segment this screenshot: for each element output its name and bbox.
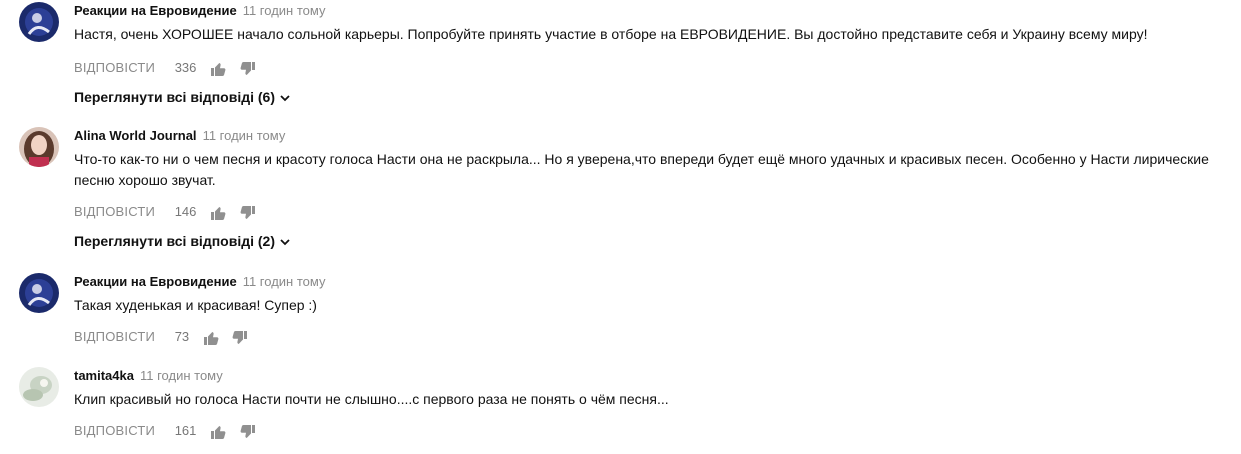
comment-actions: ВІДПОВІСТИ 146 bbox=[74, 202, 1225, 222]
author-name[interactable]: Реакции на Евровидение bbox=[74, 3, 237, 18]
view-replies-label: Переглянути всі відповіді (2) bbox=[74, 233, 275, 249]
chevron-down-icon bbox=[278, 235, 292, 249]
comment-header: Реакции на Евровидение 11 годин тому bbox=[74, 2, 1225, 20]
comment-text: Что-то как-то ни о чем песня и красоту г… bbox=[74, 151, 1209, 188]
comment-actions: ВІДПОВІСТИ 336 bbox=[74, 58, 1225, 78]
reply-button[interactable]: ВІДПОВІСТИ bbox=[74, 329, 155, 344]
avatar[interactable] bbox=[19, 127, 59, 167]
avatar[interactable] bbox=[19, 273, 59, 313]
thumb-up-icon[interactable] bbox=[210, 424, 226, 440]
view-replies-button[interactable]: Переглянути всі відповіді (6) bbox=[74, 87, 1225, 107]
chevron-down-icon bbox=[278, 91, 292, 105]
comment-actions: ВІДПОВІСТИ 161 bbox=[74, 421, 1225, 441]
reply-button[interactable]: ВІДПОВІСТИ bbox=[74, 204, 155, 219]
comment-header: Alina World Journal 11 годин тому bbox=[74, 127, 1225, 145]
avatar[interactable] bbox=[19, 2, 59, 42]
like-count: 161 bbox=[174, 423, 197, 438]
comment-text: Такая худенькая и красивая! Супер :) bbox=[74, 297, 317, 313]
like-count: 146 bbox=[174, 204, 197, 219]
view-replies-label: Переглянути всі відповіді (6) bbox=[74, 89, 275, 105]
author-name[interactable]: Alina World Journal bbox=[74, 128, 197, 143]
comment-timestamp[interactable]: 11 годин тому bbox=[140, 368, 223, 383]
like-count: 73 bbox=[174, 329, 190, 344]
thumb-down-icon[interactable] bbox=[240, 61, 256, 77]
thumb-down-icon[interactable] bbox=[240, 205, 256, 221]
author-name[interactable]: Реакции на Евровидение bbox=[74, 274, 237, 289]
like-count: 336 bbox=[174, 60, 197, 75]
comment-timestamp[interactable]: 11 годин тому bbox=[243, 3, 326, 18]
reply-button[interactable]: ВІДПОВІСТИ bbox=[74, 423, 155, 438]
comment-timestamp[interactable]: 11 годин тому bbox=[243, 274, 326, 289]
thumb-up-icon[interactable] bbox=[210, 61, 226, 77]
thumb-up-icon[interactable] bbox=[203, 330, 219, 346]
comment-text: Клип красивый но голоса Насти почти не с… bbox=[74, 391, 669, 407]
comment-timestamp[interactable]: 11 годин тому bbox=[203, 128, 286, 143]
comment-header: tamita4ka 11 годин тому bbox=[74, 367, 1225, 385]
comment-header: Реакции на Евровидение 11 годин тому bbox=[74, 273, 1225, 291]
avatar[interactable] bbox=[19, 367, 59, 407]
author-name[interactable]: tamita4ka bbox=[74, 368, 134, 383]
reply-button[interactable]: ВІДПОВІСТИ bbox=[74, 60, 155, 75]
view-replies-button[interactable]: Переглянути всі відповіді (2) bbox=[74, 231, 1225, 251]
thumb-down-icon[interactable] bbox=[240, 424, 256, 440]
thumb-down-icon[interactable] bbox=[232, 330, 248, 346]
comment-text: Настя, очень ХОРОШЕЕ начало сольной карь… bbox=[74, 26, 1148, 42]
thumb-up-icon[interactable] bbox=[210, 205, 226, 221]
comment-actions: ВІДПОВІСТИ 73 bbox=[74, 327, 1225, 347]
